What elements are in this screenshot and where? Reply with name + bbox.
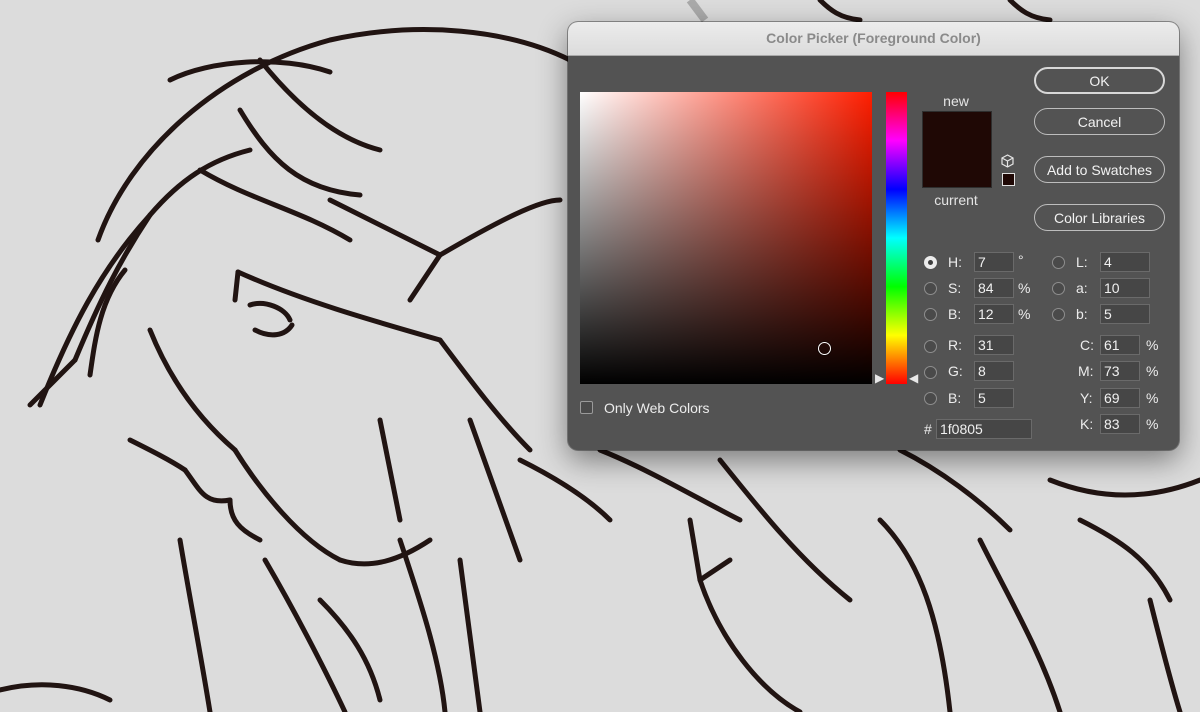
- hue-slider-left-arrow-icon[interactable]: ▶: [875, 372, 884, 384]
- saturation-brightness-field[interactable]: [580, 92, 872, 384]
- hex-label: #: [924, 421, 932, 437]
- g-radio[interactable]: [924, 366, 937, 379]
- s-unit: %: [1018, 280, 1031, 296]
- lab-l-label: L:: [1076, 254, 1088, 270]
- h-field[interactable]: 7: [974, 252, 1014, 272]
- only-web-colors-checkbox[interactable]: [580, 401, 593, 414]
- hex-field[interactable]: 1f0805: [936, 419, 1032, 439]
- current-color-label: current: [934, 192, 978, 208]
- current-color-swatch[interactable]: [922, 149, 992, 188]
- blue-field[interactable]: 5: [974, 388, 1014, 408]
- c-field[interactable]: 61: [1100, 335, 1140, 355]
- c-unit: %: [1146, 337, 1159, 353]
- lab-b-field[interactable]: 5: [1100, 304, 1150, 324]
- h-radio[interactable]: [924, 256, 937, 269]
- lab-a-label: a:: [1076, 280, 1088, 296]
- brightness-field[interactable]: 12: [974, 304, 1014, 324]
- color-cursor[interactable]: [818, 341, 832, 355]
- s-radio[interactable]: [924, 282, 937, 295]
- hue-slider-right-arrow-icon[interactable]: ◀: [909, 372, 918, 384]
- lab-a-radio[interactable]: [1052, 282, 1065, 295]
- blue-radio[interactable]: [924, 392, 937, 405]
- lab-a-field[interactable]: 10: [1100, 278, 1150, 298]
- y-unit: %: [1146, 390, 1159, 406]
- k-label: K:: [1080, 416, 1094, 432]
- color-picker-dialog: Color Picker (Foreground Color) ▶ ◀ new …: [568, 22, 1179, 450]
- k-unit: %: [1146, 416, 1159, 432]
- lab-l-radio[interactable]: [1052, 256, 1065, 269]
- r-radio[interactable]: [924, 340, 937, 353]
- web-safe-color-swatch[interactable]: [1002, 173, 1015, 186]
- h-unit: °: [1018, 252, 1024, 268]
- cancel-button[interactable]: Cancel: [1034, 108, 1165, 135]
- y-label: Y:: [1080, 390, 1093, 406]
- s-field[interactable]: 84: [974, 278, 1014, 298]
- h-label: H:: [948, 254, 962, 270]
- brightness-unit: %: [1018, 306, 1031, 322]
- brightness-radio[interactable]: [924, 308, 937, 321]
- out-of-web-gamut-cube-icon[interactable]: [1001, 154, 1014, 168]
- ok-button[interactable]: OK: [1034, 67, 1165, 94]
- lab-l-field[interactable]: 4: [1100, 252, 1150, 272]
- color-libraries-button[interactable]: Color Libraries: [1034, 204, 1165, 231]
- add-to-swatches-button[interactable]: Add to Swatches: [1034, 156, 1165, 183]
- s-label: S:: [948, 280, 962, 296]
- m-unit: %: [1146, 363, 1159, 379]
- y-field[interactable]: 69: [1100, 388, 1140, 408]
- g-label: G:: [948, 363, 963, 379]
- brightness-label: B:: [948, 306, 962, 322]
- c-label: C:: [1080, 337, 1094, 353]
- new-color-swatch: [922, 111, 992, 150]
- lab-b-label: b:: [1076, 306, 1088, 322]
- m-field[interactable]: 73: [1100, 361, 1140, 381]
- new-color-label: new: [943, 93, 969, 109]
- lab-b-radio[interactable]: [1052, 308, 1065, 321]
- r-label: R:: [948, 337, 962, 353]
- hue-slider[interactable]: [886, 92, 907, 384]
- dialog-title: Color Picker (Foreground Color): [568, 22, 1179, 56]
- m-label: M:: [1078, 363, 1094, 379]
- only-web-colors-label: Only Web Colors: [604, 400, 710, 416]
- r-field[interactable]: 31: [974, 335, 1014, 355]
- g-field[interactable]: 8: [974, 361, 1014, 381]
- blue-label: B:: [948, 390, 962, 406]
- k-field[interactable]: 83: [1100, 414, 1140, 434]
